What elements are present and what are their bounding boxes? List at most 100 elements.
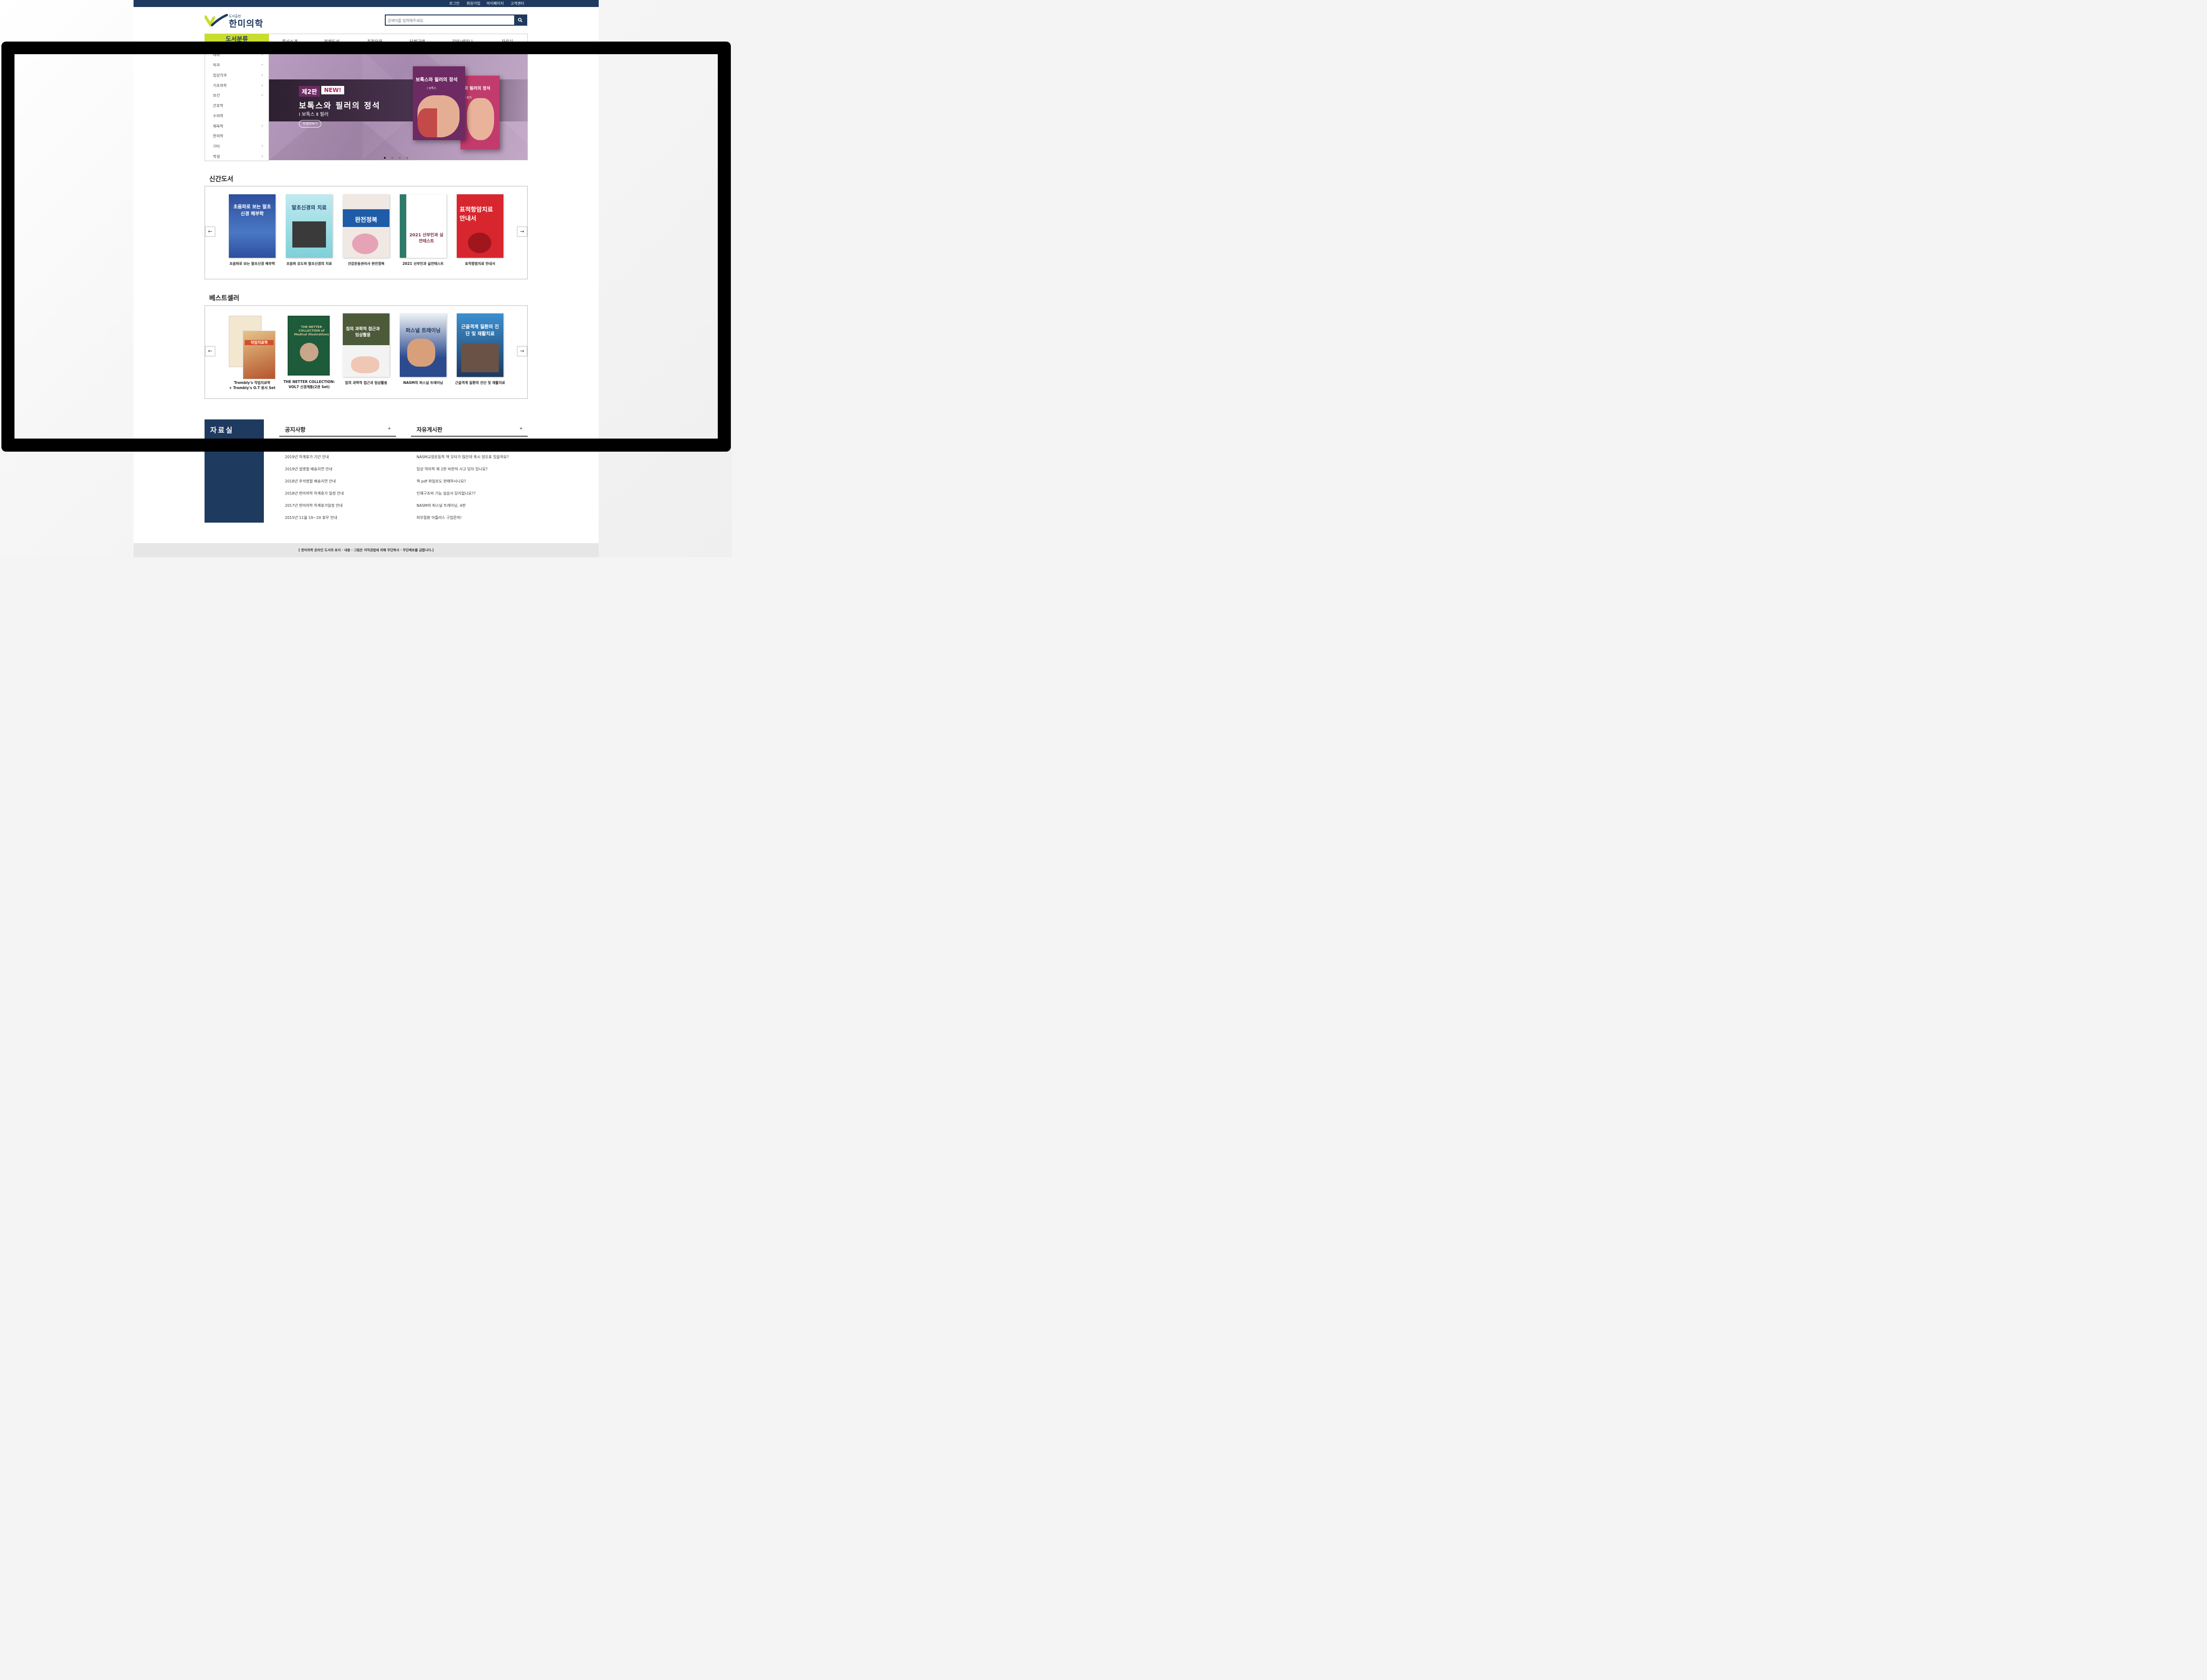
book-title[interactable]: 근골격계 질환의 진단 및 재활치료	[452, 380, 509, 385]
category-menu-button[interactable]: 도서분류	[205, 34, 269, 43]
book-title[interactable]: Trombly's 작업치료학 + Trombly's O.T 원서 Set	[224, 380, 281, 390]
search-icon	[518, 18, 523, 22]
book-title[interactable]: 표적항암치료 안내서	[452, 261, 509, 266]
sidebar-item-health[interactable]: 보건	[213, 93, 220, 98]
sidebar-item-basic-medicine[interactable]: 기초의학	[213, 83, 226, 88]
expand-icon[interactable]: +	[261, 154, 264, 158]
search-input[interactable]	[387, 16, 515, 25]
book-title[interactable]: 초음파 유도하 말초신경의 치료	[281, 261, 338, 266]
free-board-more-button[interactable]: +	[519, 426, 523, 431]
free-board-divider	[411, 436, 528, 437]
book-cover-title: 침의 과학적 접근과 임상활용	[346, 327, 380, 338]
book-cover[interactable]: 근골격계 질환의 진단 및 재활치료	[457, 313, 503, 377]
notice-title[interactable]: 공지사항	[285, 425, 305, 433]
book-cover-title: 완전정복	[355, 217, 377, 224]
book-cover[interactable]: 초음파로 보는 말초신경 해부학	[229, 194, 276, 258]
new-badge: NEW!	[321, 86, 344, 94]
notice-more-button[interactable]: +	[388, 426, 391, 431]
free-board-post[interactable]: NASM의 퍼스널 트레이닝, 4판	[417, 503, 466, 508]
book-title[interactable]: NASM의 퍼스널 트레이닝	[395, 380, 452, 385]
notice-post[interactable]: 2019년 설명절 배송지연 안내	[285, 467, 332, 472]
book-title[interactable]: 침의 과학적 접근과 임상활용	[338, 380, 395, 385]
top-bar: 로그인 회원가입 마이페이지 고객센터	[134, 0, 599, 7]
sidebar-item-oriental-medicine[interactable]: 한의학	[213, 134, 223, 139]
book-cover[interactable]: 2021 산부인과 실전테스트	[400, 194, 446, 258]
slide-dot-2[interactable]	[391, 157, 393, 159]
notice-post[interactable]: 2017년 한미의학 하계휴가일정 안내	[285, 503, 343, 508]
book-cover[interactable]: THE NETTER COLLECTION of Medical Illustr…	[286, 316, 332, 379]
free-board-title[interactable]: 자유게시판	[417, 425, 442, 433]
book-title[interactable]: 초음파로 보는 말초신경 해부학	[224, 261, 281, 266]
website: 로그인 회원가입 마이페이지 고객센터 도서출판 한미의학 도서분류 회사소개 …	[134, 0, 599, 557]
face-illustration	[467, 98, 494, 140]
new-books-title: 신간도서	[209, 176, 233, 183]
new-books-next-button[interactable]: →	[517, 227, 527, 237]
sidebar-item-veterinary[interactable]: 수의학	[213, 113, 223, 119]
sidebar-item-internal-medicine[interactable]: 내과	[213, 52, 220, 57]
expand-icon[interactable]: +	[261, 93, 264, 97]
search-button[interactable]	[514, 15, 526, 25]
bestsellers-title: 베스트셀러	[209, 295, 240, 302]
nav-item-group-purchase[interactable]: 단체구매	[410, 38, 425, 44]
bestsellers-next-button[interactable]: →	[517, 346, 527, 356]
main-banner[interactable]: 제2판 NEW! 보톡스와 필러의 정석 Ⅰ 보톡스 Ⅱ 필러 자세히보기 와 …	[269, 50, 528, 160]
expand-icon[interactable]: +	[261, 124, 264, 128]
slide-dot-3[interactable]	[399, 157, 401, 159]
muscle-illustration	[417, 108, 437, 137]
notice-post[interactable]: 2018년 한미의학 하계휴가 일정 안내	[285, 491, 344, 496]
expand-icon[interactable]: +	[261, 73, 264, 77]
book-cover[interactable]: 작업치료학	[229, 316, 276, 379]
notice-post[interactable]: 2019년 하계휴가 기간 안내	[285, 454, 329, 460]
free-board-post[interactable]: 책 pdf 파일로도 판매하시나요?	[417, 479, 466, 484]
customer-center-link[interactable]: 고객센터	[510, 1, 524, 6]
notice-post[interactable]: 2015년 11월 19~20 휴무 안내	[285, 515, 337, 520]
nav-item-company[interactable]: 회사소개	[282, 38, 297, 44]
mypage-link[interactable]: 마이페이지	[487, 1, 504, 6]
sidebar-item-surgery[interactable]: 외과	[213, 63, 220, 68]
logo-name[interactable]: 한미의학	[229, 17, 263, 29]
book-title[interactable]: 2021 산부인과 실전테스트	[395, 261, 452, 266]
expand-icon[interactable]: +	[261, 52, 264, 57]
sidebar-item-physical-education[interactable]: 체육학	[213, 124, 223, 129]
free-board-post[interactable]: NASM교정운동학 책 오타가 많은데 혹시 정오표 있을까요?	[417, 454, 509, 460]
banner-book-botox[interactable]: 보톡스와 필러의 정석 Ⅰ 보톡스	[413, 66, 465, 140]
book-cover-title: 초음파로 보는 말초신경 해부학	[233, 205, 271, 217]
slide-dot-4[interactable]	[406, 157, 408, 159]
archive-panel: 자료실	[205, 419, 264, 523]
book-title-line: THE NETTER COLLECTION:	[283, 380, 335, 384]
slide-dot-1[interactable]	[384, 157, 386, 159]
login-link[interactable]: 로그인	[449, 1, 460, 6]
free-board-post[interactable]: 인체구조와 기능 실습서 답지없나요??	[417, 491, 476, 496]
nav-item-lectures[interactable]: 강의/세미나	[452, 38, 473, 44]
banner-pagination	[384, 152, 414, 160]
sidebar-item-clinical[interactable]: 임상각과	[213, 73, 226, 78]
expand-icon[interactable]: +	[261, 144, 264, 148]
book-cover[interactable]: 표적항암치료 안내서	[457, 194, 503, 258]
book-cover[interactable]: 말초신경의 치료	[286, 194, 332, 258]
archive-title: 자료실	[210, 426, 234, 434]
sidebar-item-etc[interactable]: 기타	[213, 144, 220, 149]
sidebar-item-nursing[interactable]: 간호학	[213, 103, 223, 108]
expand-icon[interactable]: +	[261, 63, 264, 67]
sidebar-item-student[interactable]: 학생	[213, 154, 220, 159]
signup-link[interactable]: 회원가입	[467, 1, 480, 6]
bestsellers-prev-button[interactable]: ←	[205, 346, 215, 356]
nav-item-all-books[interactable]: 전체도서	[324, 38, 340, 44]
banner-detail-button[interactable]: 자세히보기	[299, 120, 322, 128]
banner-book1-title: 보톡스와 필러의 정석	[416, 78, 458, 83]
nav-item-archive[interactable]: 자료실	[502, 38, 513, 44]
free-board-post[interactable]: 피부질환 아틀라스 구입문의!	[417, 515, 462, 520]
book-cover[interactable]: 퍼스널 트레이닝	[400, 313, 446, 377]
free-board-post[interactable]: 임상 약리학 제 2판 비판적 사고 답지 있나요?	[417, 467, 488, 472]
banner-book-filler[interactable]: 와 필러의 정석 Ⅱ 필러	[460, 76, 500, 149]
notice-post[interactable]: 2018년 추석명절 배송지연 안내	[285, 479, 336, 484]
nav-item-recommended[interactable]: 추천모음	[367, 38, 382, 44]
book-title[interactable]: 건강운동관리사 완전정복	[338, 261, 395, 266]
book-title-line: + Trombly's O.T 원서 Set	[229, 386, 276, 390]
book-cover[interactable]: 완전정복	[343, 194, 389, 258]
book-cover[interactable]: 침의 과학적 접근과 임상활용	[343, 313, 389, 377]
book-title[interactable]: THE NETTER COLLECTION: VOL7 신경계통(2권 Set)	[281, 379, 338, 390]
logo-mark-icon[interactable]	[205, 14, 228, 27]
expand-icon[interactable]: +	[261, 83, 264, 87]
new-books-prev-button[interactable]: ←	[205, 227, 215, 237]
